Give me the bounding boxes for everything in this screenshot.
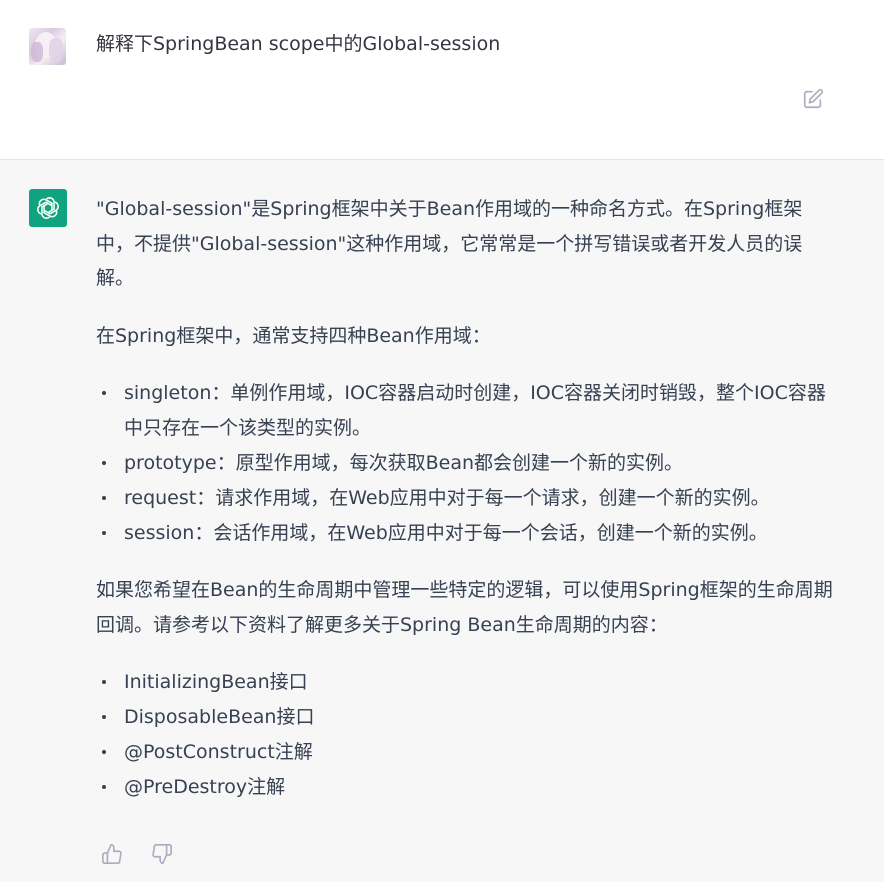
edit-icon[interactable] [802,88,824,110]
answer-paragraph-1: "Global-session"是Spring框架中关于Bean作用域的一种命名… [96,198,803,289]
user-avatar [29,28,66,65]
assistant-message-block: "Global-session"是Spring框架中关于Bean作用域的一种命名… [0,160,884,882]
lifecycle-list: InitializingBean接口 DisposableBean接口 @Pos… [96,665,836,805]
lifecycle-item-predestroy: @PreDestroy注解 [96,770,836,805]
scope-item-prototype: prototype：原型作用域，每次获取Bean都会创建一个新的实例。 [96,446,836,481]
user-message-block: 解释下SpringBean scope中的Global-session [0,0,884,160]
user-message-text: 解释下SpringBean scope中的Global-session [96,33,501,55]
lifecycle-item-disposablebean: DisposableBean接口 [96,700,836,735]
scope-item-session: session：会话作用域，在Web应用中对于每一个会话，创建一个新的实例。 [96,516,836,551]
thumbs-down-icon[interactable] [151,843,173,865]
answer-paragraph-3: 如果您希望在Bean的生命周期中管理一些特定的逻辑，可以使用Spring框架的生… [96,579,833,636]
answer-paragraph-2: 在Spring框架中，通常支持四种Bean作用域： [96,324,491,347]
assistant-answer: "Global-session"是Spring框架中关于Bean作用域的一种命名… [96,192,836,827]
scope-list: singleton：单例作用域，IOC容器启动时创建，IOC容器关闭时销毁，整个… [96,376,836,551]
thumbs-up-icon[interactable] [101,843,123,865]
scope-item-request: request：请求作用域，在Web应用中对于每一个请求，创建一个新的实例。 [96,481,836,516]
lifecycle-item-postconstruct: @PostConstruct注解 [96,735,836,770]
lifecycle-item-initializingbean: InitializingBean接口 [96,665,836,700]
scope-item-singleton: singleton：单例作用域，IOC容器启动时创建，IOC容器关闭时销毁，整个… [96,376,836,446]
openai-logo-icon [29,189,67,227]
